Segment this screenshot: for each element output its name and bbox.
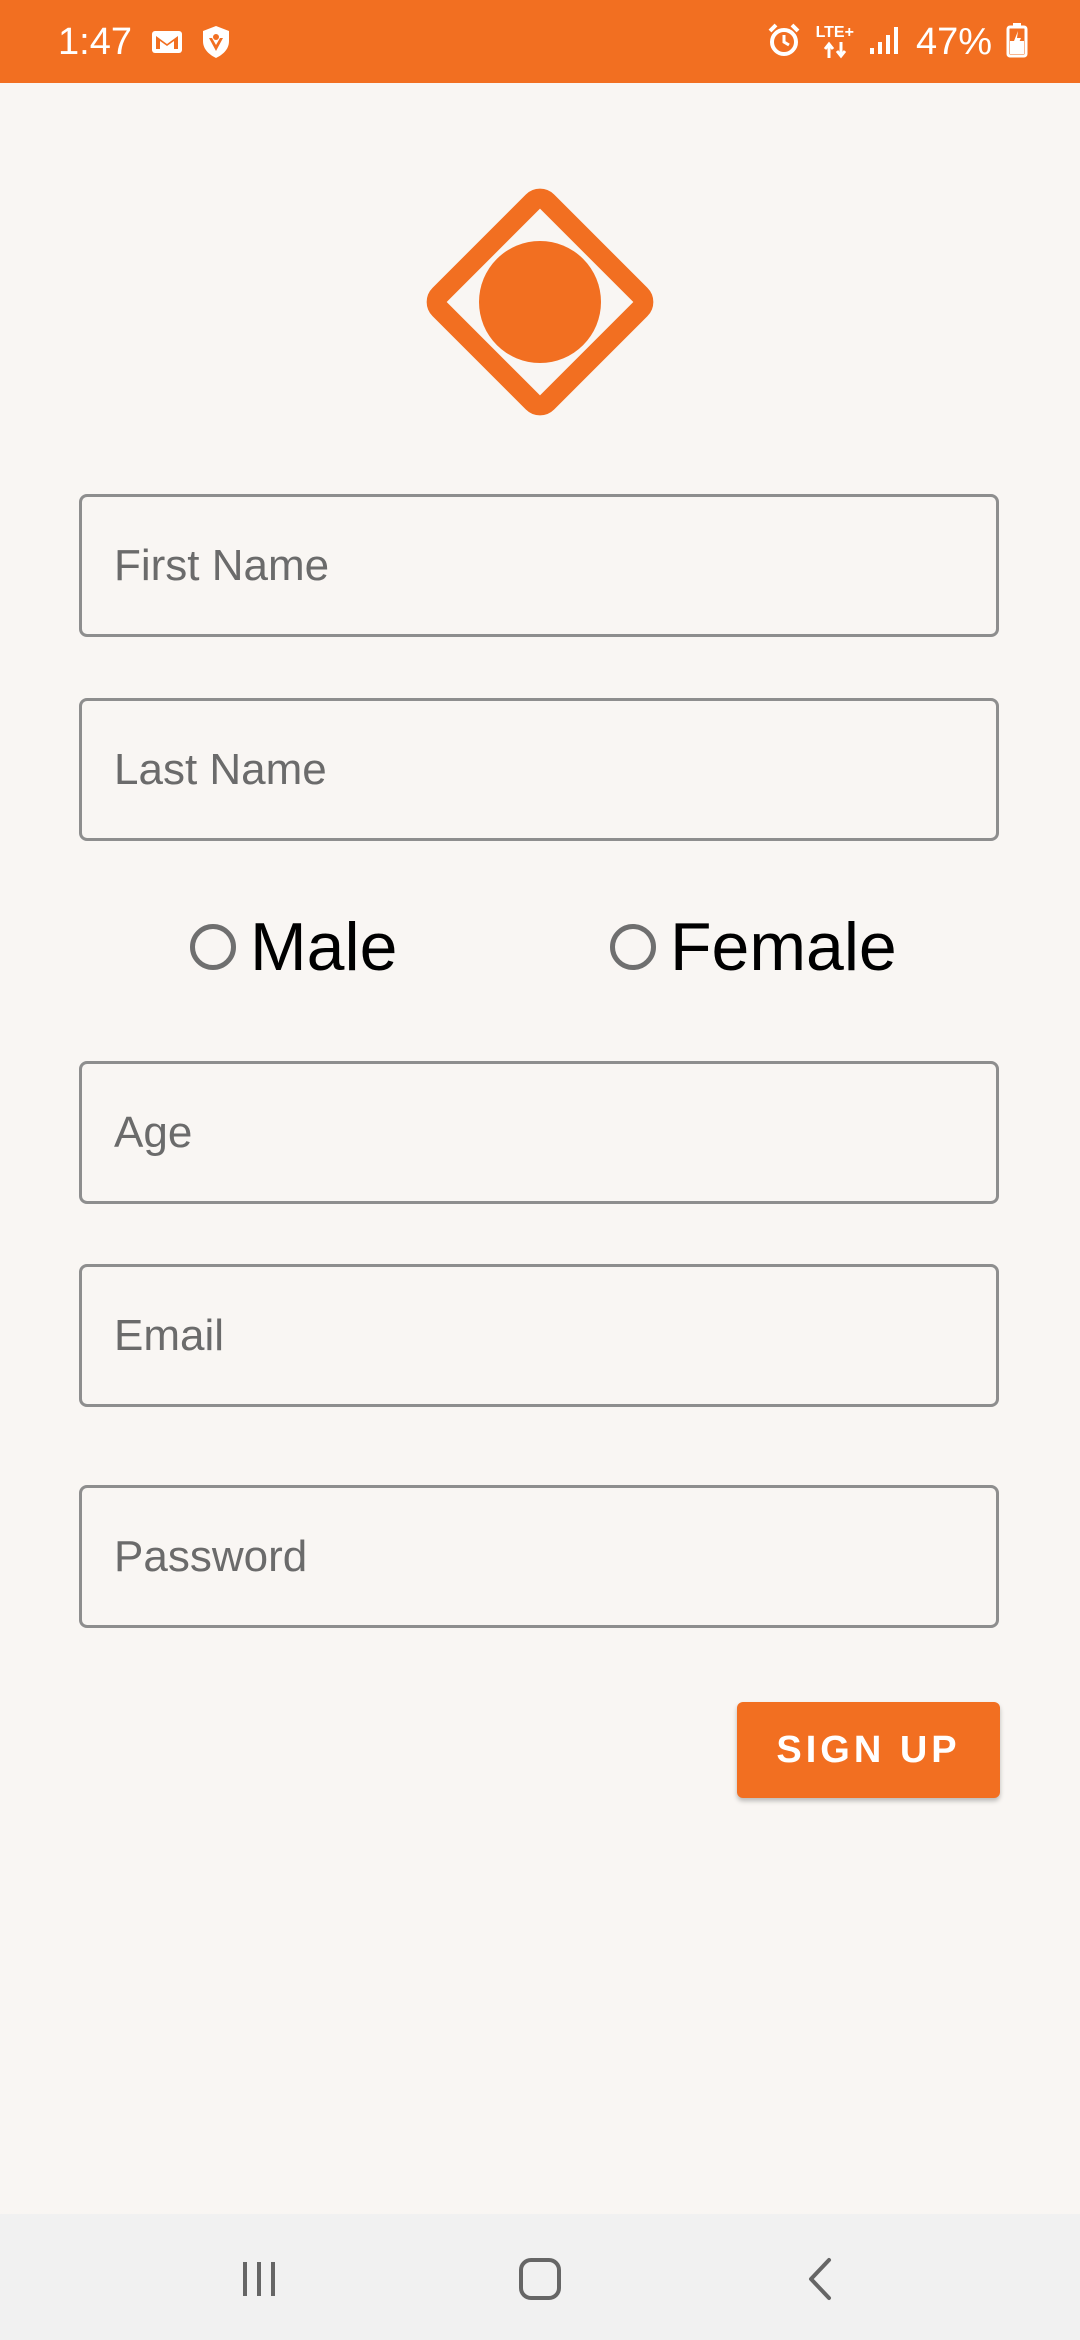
status-bar: 1:47 LTE+ 47% — [0, 0, 1080, 83]
status-time: 1:47 — [58, 21, 132, 63]
shield-icon — [200, 24, 232, 65]
age-input[interactable] — [82, 1064, 996, 1201]
home-icon — [519, 2258, 561, 2300]
battery-icon — [1006, 22, 1028, 63]
battery-percentage: 47% — [915, 21, 992, 63]
sign-up-button[interactable]: SIGN UP — [737, 1702, 1000, 1798]
password-input[interactable] — [82, 1488, 996, 1625]
lte-icon: LTE+ — [816, 25, 854, 59]
last-name-field — [79, 698, 999, 841]
diamond-circle-logo-icon — [426, 188, 654, 416]
back-button[interactable] — [782, 2239, 862, 2319]
alarm-icon — [766, 22, 802, 63]
signal-icon — [868, 24, 902, 61]
navigation-bar — [0, 2214, 1080, 2340]
system-status-icons: LTE+ 47% — [766, 20, 1028, 64]
first-name-input[interactable] — [82, 497, 996, 634]
radio-female-circle[interactable] — [610, 924, 656, 970]
radio-female-label: Female — [670, 909, 897, 985]
recent-apps-icon — [243, 2262, 275, 2296]
password-field — [79, 1485, 999, 1628]
last-name-input[interactable] — [82, 701, 996, 838]
notification-icons — [150, 24, 232, 65]
radio-male-label: Male — [250, 909, 398, 985]
age-field — [79, 1061, 999, 1204]
gmail-icon — [150, 28, 184, 61]
gender-radio-female[interactable]: Female — [610, 904, 897, 990]
first-name-field — [79, 494, 999, 637]
recent-apps-button[interactable] — [219, 2239, 299, 2319]
gender-radio-male[interactable]: Male — [190, 904, 397, 990]
email-input[interactable] — [82, 1267, 996, 1404]
back-icon — [809, 2258, 831, 2300]
radio-male-circle[interactable] — [190, 924, 236, 970]
app-logo — [414, 176, 666, 428]
home-button[interactable] — [500, 2239, 580, 2319]
email-field — [79, 1264, 999, 1407]
